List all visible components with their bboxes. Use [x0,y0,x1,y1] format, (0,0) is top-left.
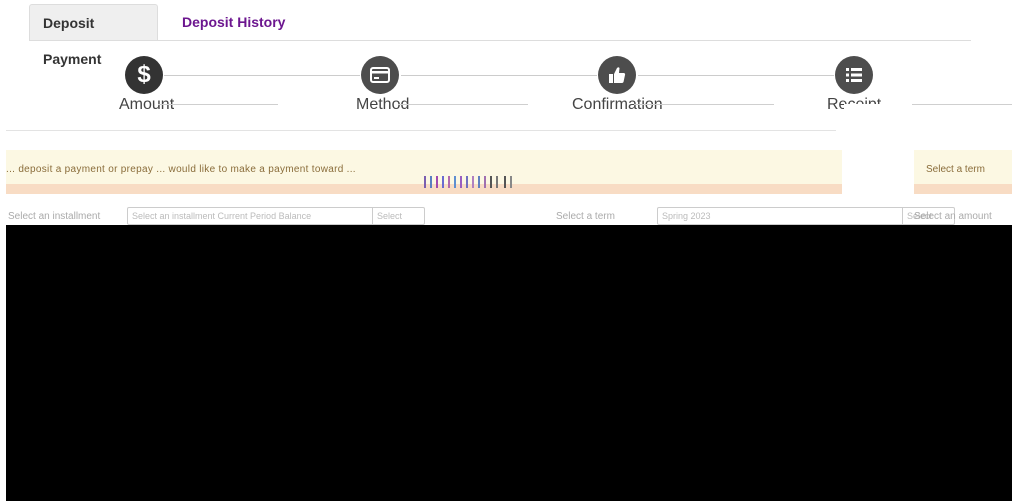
thumbs-up-icon[interactable] [598,56,636,94]
step-label-method: Method [356,96,410,110]
artifact-stripe [448,176,450,188]
deposit-page: Deposit Payment Deposit History $ Amount… [0,0,1012,501]
form-row: Select an installment Select an installm… [0,207,1012,225]
amount-label: Select an amount [914,211,992,222]
step-connector [401,75,597,76]
dollar-icon[interactable]: $ [125,56,163,94]
step-label-confirmation: Confirmation [572,96,663,110]
installment-label: Select an installment [8,211,101,222]
artifact-stripe [478,176,480,188]
artifact-stripe [496,176,498,188]
tab-deposit-payment[interactable]: Deposit Payment [29,4,158,67]
installment-select[interactable]: Select an installment Current Period Bal… [127,207,373,225]
blank-black-region [6,225,1012,501]
glitch-line [634,104,774,105]
tab-deposit-history[interactable]: Deposit History [169,4,298,40]
credit-card-icon[interactable] [361,56,399,94]
blank-region [844,104,912,196]
side-notice-text: Select a term [926,164,985,175]
glitch-line [398,104,528,105]
tab-bar: Deposit Payment Deposit History [29,4,971,67]
installment-select-button[interactable]: Select [373,207,425,225]
artifact-stripe [472,176,474,188]
term-label: Select a term [556,211,615,222]
list-icon[interactable] [835,56,873,94]
artifact-stripe [454,176,456,188]
notice-text: ... deposit a payment or prepay ... woul… [6,164,356,175]
artifact-stripe [460,176,462,188]
artifact-stripe [466,176,468,188]
artifact-stripe [430,176,432,188]
artifact-stripe [436,176,438,188]
artifact-stripe [424,176,426,188]
artifact-stripe [504,176,506,188]
side-notice: Select a term [914,150,1012,194]
step-connector [164,75,360,76]
divider [6,130,836,131]
artifact-stripe [510,176,512,188]
artifact-stripe [490,176,492,188]
artifact-stripe [484,176,486,188]
artifact-stripe [442,176,444,188]
glitch-line [158,104,278,105]
step-connector [638,75,834,76]
payment-stepper: $ [0,56,1012,96]
term-select[interactable]: Spring 2023 [657,207,903,225]
step-label-amount: Amount [119,96,175,110]
